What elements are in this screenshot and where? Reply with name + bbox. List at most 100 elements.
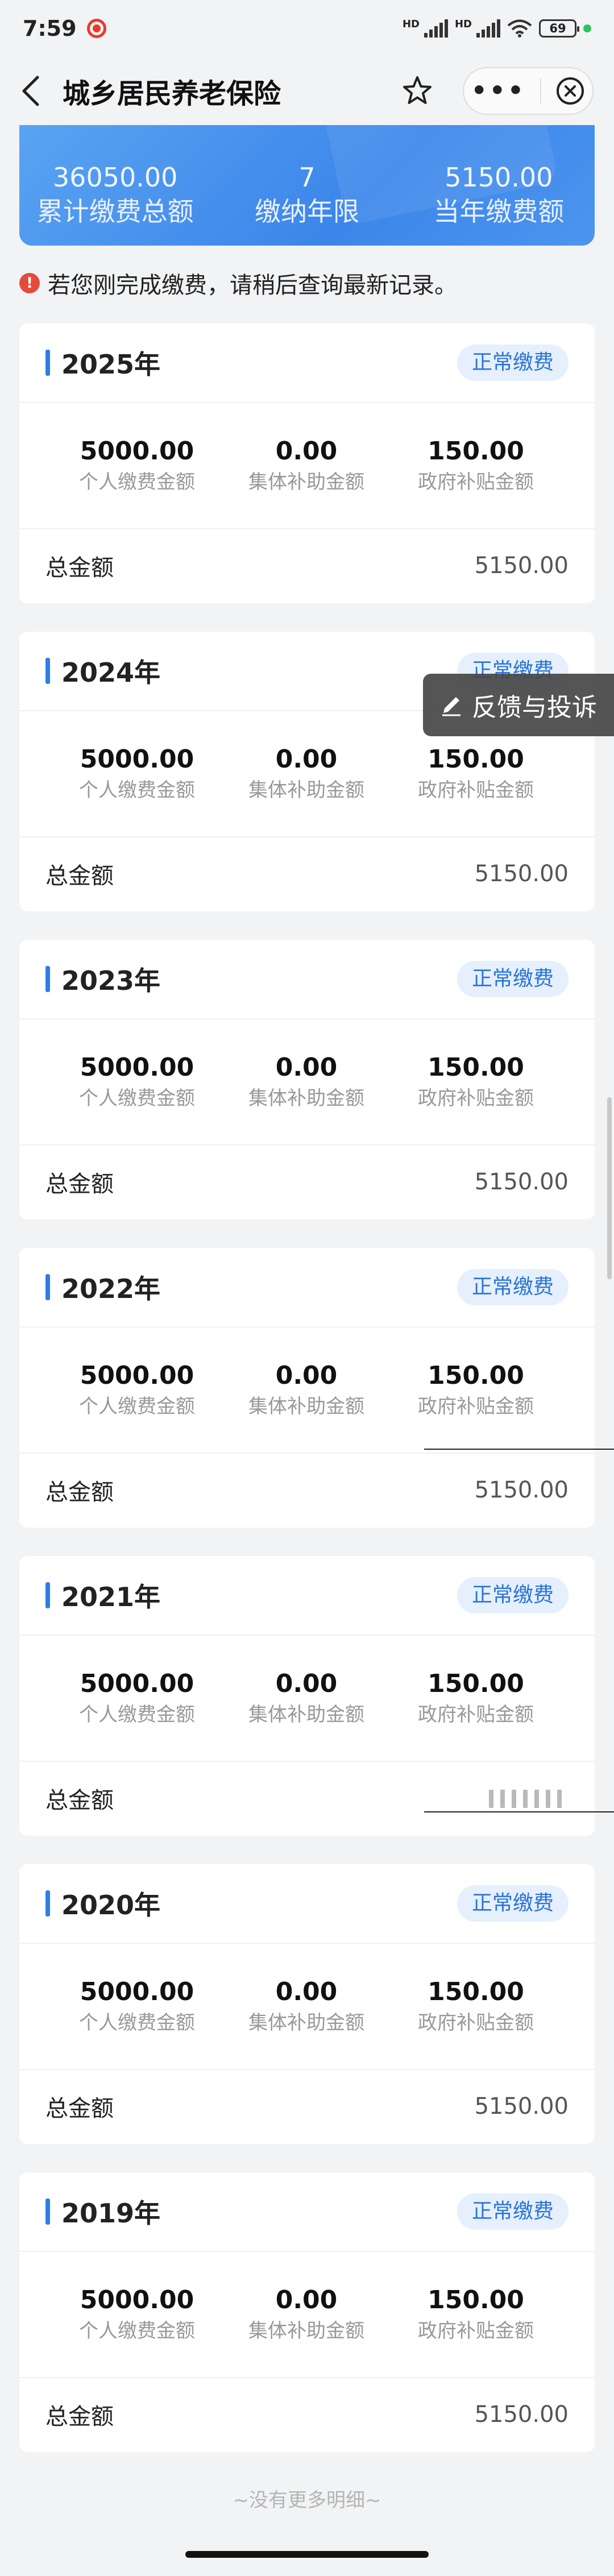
warning-icon: ! (19, 273, 40, 293)
government-label: 政府补贴金额 (418, 2011, 534, 2034)
collective-amount: 0.00 (275, 1053, 338, 1082)
star-icon[interactable] (400, 74, 434, 108)
summary-label: 缴纳年限 (254, 196, 359, 227)
government-label: 政府补贴金额 (418, 1087, 534, 1110)
personal-amount: 5000.00 (80, 1669, 194, 1698)
summary-years: 7 缴纳年限 (222, 160, 392, 229)
total-label: 总金额 (45, 1787, 114, 1814)
government-amount: 150.00 (428, 1669, 524, 1698)
summary-label: 当年缴费额 (433, 196, 565, 227)
personal-amount: 5000.00 (80, 1977, 194, 2006)
record-card: 2019年 正常缴费 5000.00 个人缴费金额 0.00 集体补助金额 150.… (19, 2172, 595, 2452)
government-label: 政府补贴金额 (418, 1703, 534, 1726)
personal-label: 个人缴费金额 (79, 1395, 195, 1418)
personal-amount: 5000.00 (80, 1053, 194, 1082)
collective-label: 集体补助金额 (248, 1087, 364, 1110)
status-badge: 正常缴费 (457, 1269, 569, 1305)
record-card: 2022年 正常缴费 5000.00 个人缴费金额 0.00 集体补助金额 150.… (19, 1248, 595, 1528)
record-year: 2019年 (61, 2198, 161, 2229)
pen-icon (442, 697, 460, 716)
hd-icon-2: HD (454, 18, 472, 30)
collective-amount: 0.00 (275, 1361, 338, 1390)
status-bar: 7:59 HD HD 69 (0, 0, 614, 57)
personal-label: 个人缴费金额 (79, 2011, 195, 2034)
summary-value: 5150.00 (445, 162, 553, 193)
summary-label: 累计缴费总额 (36, 196, 194, 227)
app-notification-icon (86, 19, 106, 38)
home-indicator[interactable] (185, 2551, 429, 2558)
total-label: 总金额 (45, 555, 114, 581)
scrollbar-thumb[interactable] (607, 1097, 612, 1279)
personal-label: 个人缴费金额 (79, 2320, 195, 2342)
collective-amount: 0.00 (275, 1669, 338, 1698)
status-badge: 正常缴费 (457, 345, 569, 381)
collective-label: 集体补助金额 (248, 779, 364, 802)
collective-label: 集体补助金额 (248, 1395, 364, 1418)
total-label: 总金额 (45, 2096, 114, 2122)
collective-amount: 0.00 (275, 437, 338, 466)
government-amount: 150.00 (428, 2285, 524, 2314)
personal-label: 个人缴费金额 (79, 779, 195, 802)
record-year: 2025年 (61, 349, 161, 380)
status-badge: 正常缴费 (457, 961, 569, 997)
total-amount: 5150.00 (474, 1169, 569, 1195)
government-amount: 150.00 (428, 1053, 524, 1082)
personal-label: 个人缴费金额 (79, 1087, 195, 1110)
government-amount: 150.00 (428, 1361, 524, 1390)
record-year: 2020年 (61, 1890, 161, 1920)
summary-value: 7 (298, 162, 316, 193)
notice-text: 若您刚完成缴费，请稍后查询最新记录。 (48, 272, 457, 298)
record-card: 2025年 正常缴费 5000.00 个人缴费金额 0.00 集体补助金额 150.… (19, 323, 595, 603)
personal-label: 个人缴费金额 (79, 471, 195, 493)
record-card: 2020年 正常缴费 5000.00 个人缴费金额 0.00 集体补助金额 150.… (19, 1864, 595, 2144)
summary-value: 36050.00 (52, 162, 178, 193)
close-circle-icon[interactable] (555, 76, 585, 106)
government-label: 政府补贴金额 (418, 2320, 534, 2342)
summary-current-year: 5150.00 当年缴费额 (413, 160, 584, 229)
feedback-button[interactable]: 反馈与投诉 (423, 674, 614, 736)
signal-icon-1 (424, 19, 448, 38)
collective-amount: 0.00 (275, 1977, 338, 2006)
collective-label: 集体补助金额 (248, 1703, 364, 1726)
more-icon[interactable]: ••• (471, 78, 526, 103)
collective-label: 集体补助金额 (248, 2320, 364, 2342)
signal-icon-2 (476, 19, 500, 38)
government-label: 政府补贴金额 (418, 779, 534, 802)
personal-amount: 5000.00 (80, 745, 194, 774)
government-label: 政府补贴金额 (418, 471, 534, 493)
government-label: 政府补贴金额 (418, 1395, 534, 1418)
total-amount: 5150.00 (474, 553, 569, 579)
personal-amount: 5000.00 (80, 437, 194, 466)
record-card: 2023年 正常缴费 5000.00 个人缴费金额 0.00 集体补助金额 150.… (19, 940, 595, 1219)
total-amount: 5150.00 (474, 861, 569, 887)
total-label: 总金额 (45, 1479, 114, 1505)
feedback-label: 反馈与投诉 (472, 693, 597, 722)
record-year: 2022年 (61, 1274, 161, 1304)
record-year: 2023年 (61, 965, 161, 996)
green-dot-indicator (583, 24, 591, 32)
redaction-line (424, 1811, 614, 1812)
notice-bar: ! 若您刚完成缴费，请稍后查询最新记录。 (19, 266, 457, 300)
total-label: 总金额 (45, 863, 114, 889)
redaction-marks (489, 1790, 562, 1808)
status-time: 7:59 (23, 16, 77, 41)
total-amount: 5150.00 (474, 2093, 569, 2119)
nav-bar: 城乡居民养老保险 ••• (0, 57, 614, 125)
hd-icon: HD (402, 18, 420, 30)
mini-program-capsule: ••• (463, 67, 594, 115)
collective-amount: 0.00 (275, 2285, 338, 2314)
total-label: 总金额 (45, 1171, 114, 1197)
status-badge: 正常缴费 (457, 1577, 569, 1613)
personal-label: 个人缴费金额 (79, 1703, 195, 1726)
personal-amount: 5000.00 (80, 1361, 194, 1390)
total-amount: 5150.00 (474, 1477, 569, 1503)
personal-amount: 5000.00 (80, 2285, 194, 2314)
back-icon[interactable] (20, 74, 45, 108)
total-amount: 5150.00 (474, 2401, 569, 2428)
battery-icon: 69 (539, 19, 579, 38)
summary-total-paid: 36050.00 累计缴费总额 (30, 160, 201, 229)
record-year: 2024年 (61, 657, 161, 688)
summary-banner: 36050.00 累计缴费总额 7 缴纳年限 5150.00 当年缴费额 (19, 125, 595, 246)
collective-amount: 0.00 (275, 745, 338, 774)
end-of-list-text: ~没有更多明细~ (233, 2489, 381, 2512)
